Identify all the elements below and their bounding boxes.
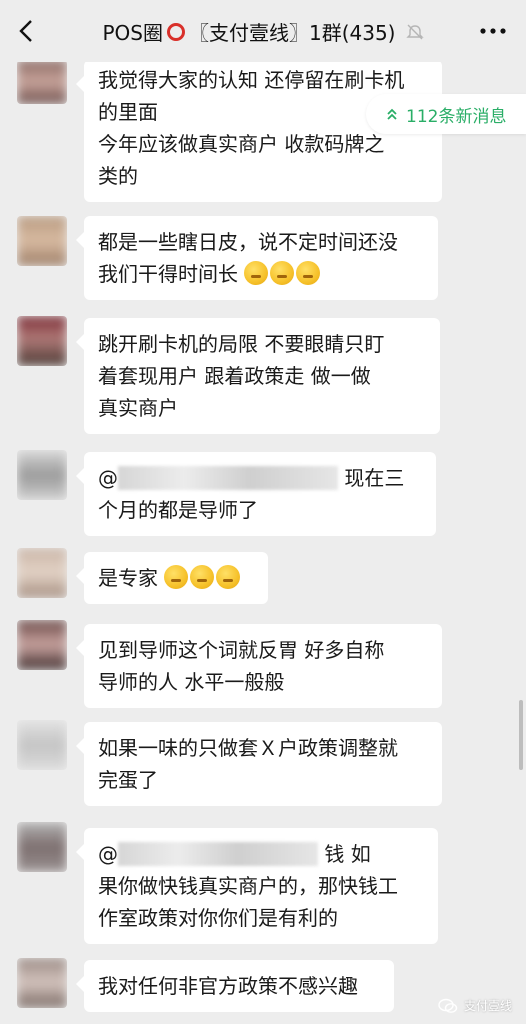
avatar[interactable] <box>17 822 67 872</box>
avatar[interactable] <box>17 958 67 1008</box>
chat-title: POS圈 〖支付壹线〗1群(435) <box>0 17 526 46</box>
new-messages-label: 112条新消息 <box>406 106 507 127</box>
avatar[interactable] <box>17 548 67 598</box>
avatar[interactable] <box>17 60 67 104</box>
redacted-name <box>118 842 318 866</box>
redacted-name <box>118 466 338 490</box>
emoji-icon <box>296 261 321 285</box>
mention-text: @ <box>98 842 118 866</box>
message-bubble[interactable]: 都是一些瞎日皮，说不定时间还没 我们干得时间长 <box>76 216 438 300</box>
message-bubble[interactable]: 是专家 <box>76 552 268 604</box>
message-text: 作室政策对你你们是有利的 <box>98 906 338 930</box>
mute-icon <box>405 23 424 41</box>
message-text: 真实商户 <box>98 396 178 420</box>
wechat-icon <box>438 998 458 1013</box>
message-text: 着套现用户 跟着政策走 做一做 <box>98 364 371 388</box>
message-text: 完蛋了 <box>98 768 158 792</box>
message-text: 是专家 <box>98 566 158 590</box>
message-text: 见到导师这个词就反胃 好多自称 <box>98 638 385 662</box>
message-text: 导师的人 水平一般般 <box>98 670 285 694</box>
message-text: 类的 <box>98 164 138 188</box>
avatar[interactable] <box>17 620 67 670</box>
double-chevron-up-icon <box>387 108 397 120</box>
message-text: 个月的都是导师了 <box>98 498 258 522</box>
emoji-icon <box>244 261 269 285</box>
more-button[interactable] <box>478 18 508 44</box>
avatar[interactable] <box>17 216 67 266</box>
emoji-icon <box>164 565 189 589</box>
red-circle-icon <box>166 22 185 41</box>
message-text: 都是一些瞎日皮，说不定时间还没 <box>98 230 398 254</box>
message-bubble[interactable]: @ 现在三 个月的都是导师了 <box>76 452 436 536</box>
message-bubble[interactable]: 跳开刷卡机的局限 不要眼睛只盯 着套现用户 跟着政策走 做一做 真实商户 <box>76 318 440 434</box>
message-text: 如果一味的只做套Ｘ户政策调整就 <box>98 736 398 760</box>
watermark: 支付壹线 <box>438 997 512 1014</box>
emoji-icon <box>270 261 295 285</box>
avatar[interactable] <box>17 450 67 500</box>
more-icon <box>480 28 506 34</box>
message-text: 现在三 <box>344 466 405 490</box>
scrollbar[interactable] <box>519 700 523 770</box>
message-bubble[interactable]: @ 钱 如 果你做快钱真实商户的，那快钱工 作室政策对你你们是有利的 <box>76 828 438 944</box>
chat-header: POS圈 〖支付壹线〗1群(435) <box>0 0 526 62</box>
title-prefix: POS圈 <box>102 21 163 45</box>
emoji-icon <box>190 565 215 589</box>
message-bubble[interactable]: 我对任何非官方政策不感兴趣 <box>76 960 394 1012</box>
title-suffix: 〖支付壹线〗1群(435) <box>188 21 396 45</box>
message-text: 我觉得大家的认知 还停留在刷卡机 <box>98 68 405 92</box>
avatar[interactable] <box>17 720 67 770</box>
message-text: 我们干得时间长 <box>98 262 238 286</box>
avatar[interactable] <box>17 316 67 366</box>
message-bubble[interactable]: 见到导师这个词就反胃 好多自称 导师的人 水平一般般 <box>76 624 442 708</box>
mention-text: @ <box>98 466 118 490</box>
new-messages-button[interactable]: 112条新消息 <box>366 94 526 134</box>
message-text: 我对任何非官方政策不感兴趣 <box>98 974 358 998</box>
message-text: 跳开刷卡机的局限 不要眼睛只盯 <box>98 332 385 356</box>
message-text: 钱 如 <box>324 842 371 866</box>
message-text: 果你做快钱真实商户的，那快钱工 <box>98 874 398 898</box>
emoji-icon <box>216 565 241 589</box>
message-bubble[interactable]: 如果一味的只做套Ｘ户政策调整就 完蛋了 <box>76 722 442 806</box>
watermark-label: 支付壹线 <box>463 999 512 1013</box>
